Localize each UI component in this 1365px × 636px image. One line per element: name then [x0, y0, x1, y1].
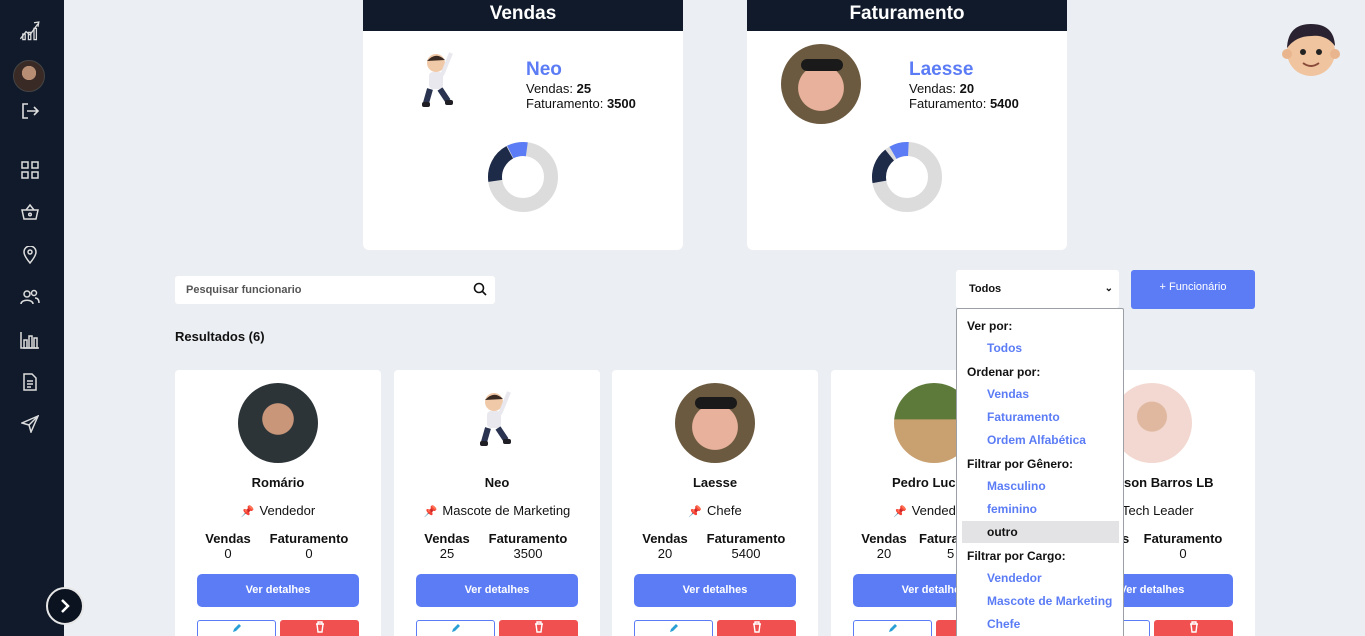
trash-icon — [534, 621, 543, 633]
employee-role: 📌 Mascote de Marketing — [423, 503, 571, 518]
dropdown-group-label: Filtrar por Cargo: — [967, 549, 1066, 563]
details-button[interactable]: Ver detalhes — [416, 574, 578, 607]
logout-icon[interactable] — [18, 99, 42, 123]
top-revenue-revenue: Faturamento: 5400 — [909, 96, 1019, 111]
edit-icon — [669, 624, 678, 632]
document-icon[interactable] — [18, 370, 42, 394]
search-icon[interactable] — [473, 282, 487, 296]
sidebar — [0, 0, 84, 636]
pin-icon: 📌 — [240, 506, 255, 518]
delete-button[interactable] — [1154, 620, 1233, 636]
top-revenue-photo — [781, 44, 861, 124]
results-count: Resultados (6) — [175, 329, 265, 344]
analytics-logo-icon[interactable] — [18, 18, 42, 42]
employee-role: Tech Leader — [1122, 503, 1194, 518]
option-feminino[interactable]: feminino — [962, 498, 1119, 520]
employee-avatar — [238, 383, 318, 463]
option-outro[interactable]: outro — [962, 521, 1119, 543]
employee-sales: Vendas 20 — [642, 531, 688, 561]
edit-button[interactable] — [634, 620, 713, 636]
add-employee-button[interactable]: + Funcionário — [1131, 270, 1255, 309]
option-ordem-alfabetica[interactable]: Ordem Alfabética — [962, 429, 1119, 451]
card-title: Faturamento — [747, 0, 1067, 31]
employee-name: Laesse — [692, 475, 738, 490]
employee-sales: Vendas 25 — [424, 531, 470, 561]
location-icon[interactable] — [18, 243, 42, 267]
send-icon[interactable] — [18, 412, 42, 436]
delete-button[interactable] — [280, 620, 359, 636]
details-button[interactable]: Ver detalhes — [197, 574, 359, 607]
edit-button[interactable] — [416, 620, 495, 636]
users-icon[interactable] — [18, 285, 42, 309]
delete-button[interactable] — [499, 620, 578, 636]
employee-card: Neo 📌 Mascote de Marketing Vendas 25 Fatur… — [394, 370, 600, 636]
employee-name: Romário — [251, 475, 305, 490]
sales-donut-chart — [488, 142, 558, 213]
filter-selected-value: Todos — [969, 283, 1002, 295]
pin-icon: 📌 — [893, 506, 907, 518]
edit-button[interactable] — [197, 620, 276, 636]
details-button[interactable]: Ver detalhes — [634, 574, 796, 607]
employee-role: 📌 Vendedor — [240, 503, 316, 518]
employee-sales: Vendas 0 — [205, 531, 251, 561]
top-seller-revenue: Faturamento: 3500 — [526, 96, 636, 111]
filter-select[interactable]: Todos ⌄ — [956, 270, 1119, 308]
dropdown-group-label: Ordenar por: — [967, 365, 1041, 379]
top-revenue-name: Laesse — [909, 59, 974, 80]
dropdown-group-label: Ver por: — [967, 319, 1013, 333]
employee-name: son Barros LB — [1124, 475, 1214, 490]
sidebar-toggle-button[interactable] — [46, 587, 84, 625]
employee-avatar — [675, 383, 755, 463]
dropdown-group-label: Filtrar por Gênero: — [967, 457, 1074, 471]
dashboard-icon[interactable] — [18, 158, 42, 182]
delete-button[interactable] — [717, 620, 796, 636]
search-box — [175, 276, 495, 304]
user-avatar[interactable] — [13, 60, 45, 92]
option-vendas[interactable]: Vendas — [962, 383, 1119, 405]
chevron-down-icon: ⌄ — [1104, 283, 1113, 294]
option-vendedor[interactable]: Vendedor — [962, 567, 1119, 589]
option-masculino[interactable]: Masculino — [962, 475, 1119, 497]
chart-bar-icon[interactable] — [18, 328, 42, 352]
edit-icon — [451, 624, 460, 632]
top-revenue-card: Faturamento Laesse Vendas: 20 Faturament… — [747, 0, 1067, 250]
filter-dropdown-menu: Ver por: Todos Ordenar por: Vendas Fatur… — [956, 308, 1124, 636]
top-seller-card: Vendas Neo Vendas: 25 Faturamento: 3500 — [363, 0, 683, 250]
option-faturamento[interactable]: Faturamento — [962, 406, 1119, 428]
basket-icon[interactable] — [18, 200, 42, 224]
edit-icon — [232, 624, 241, 632]
card-title: Vendas — [363, 0, 683, 31]
top-revenue-sales: Vendas: 20 — [909, 81, 975, 96]
employee-card: Romário 📌 Vendedor Vendas 0 Faturamento 0 V… — [175, 370, 381, 636]
employee-revenue: Faturamento 0 — [269, 531, 349, 561]
pin-icon: 📌 — [423, 506, 438, 518]
employee-card: Laesse 📌 Chefe Vendas 20 Faturamento 5400 V… — [612, 370, 818, 636]
employee-revenue: Faturamento 3500 — [488, 531, 568, 561]
trash-icon — [315, 621, 324, 633]
employee-role: 📌 Chefe — [688, 503, 742, 518]
employee-sales: Vendas 20 — [861, 531, 907, 561]
employee-revenue: Faturamento 0 — [1143, 531, 1223, 561]
revenue-donut-chart — [872, 142, 942, 212]
employee-name: Neo — [484, 475, 510, 490]
top-seller-sales: Vendas: 25 — [526, 81, 592, 96]
profile-avatar[interactable] — [1278, 16, 1344, 82]
employee-avatar — [480, 391, 511, 446]
employee-avatar — [1112, 383, 1192, 463]
edit-button[interactable] — [853, 620, 932, 636]
employee-revenue: Faturamento 5400 — [706, 531, 786, 561]
edit-icon — [888, 624, 897, 632]
option-todos[interactable]: Todos — [962, 337, 1119, 359]
search-input[interactable] — [175, 276, 455, 304]
trash-icon — [752, 621, 761, 633]
option-chefe[interactable]: Chefe — [962, 613, 1119, 635]
trash-icon — [1189, 621, 1198, 633]
option-mascote-de-marketing[interactable]: Mascote de Marketing — [962, 590, 1119, 612]
top-seller-name: Neo — [526, 59, 562, 80]
mascot-figure — [422, 52, 453, 107]
pin-icon: 📌 — [688, 506, 702, 518]
chevron-right-icon — [61, 599, 70, 613]
